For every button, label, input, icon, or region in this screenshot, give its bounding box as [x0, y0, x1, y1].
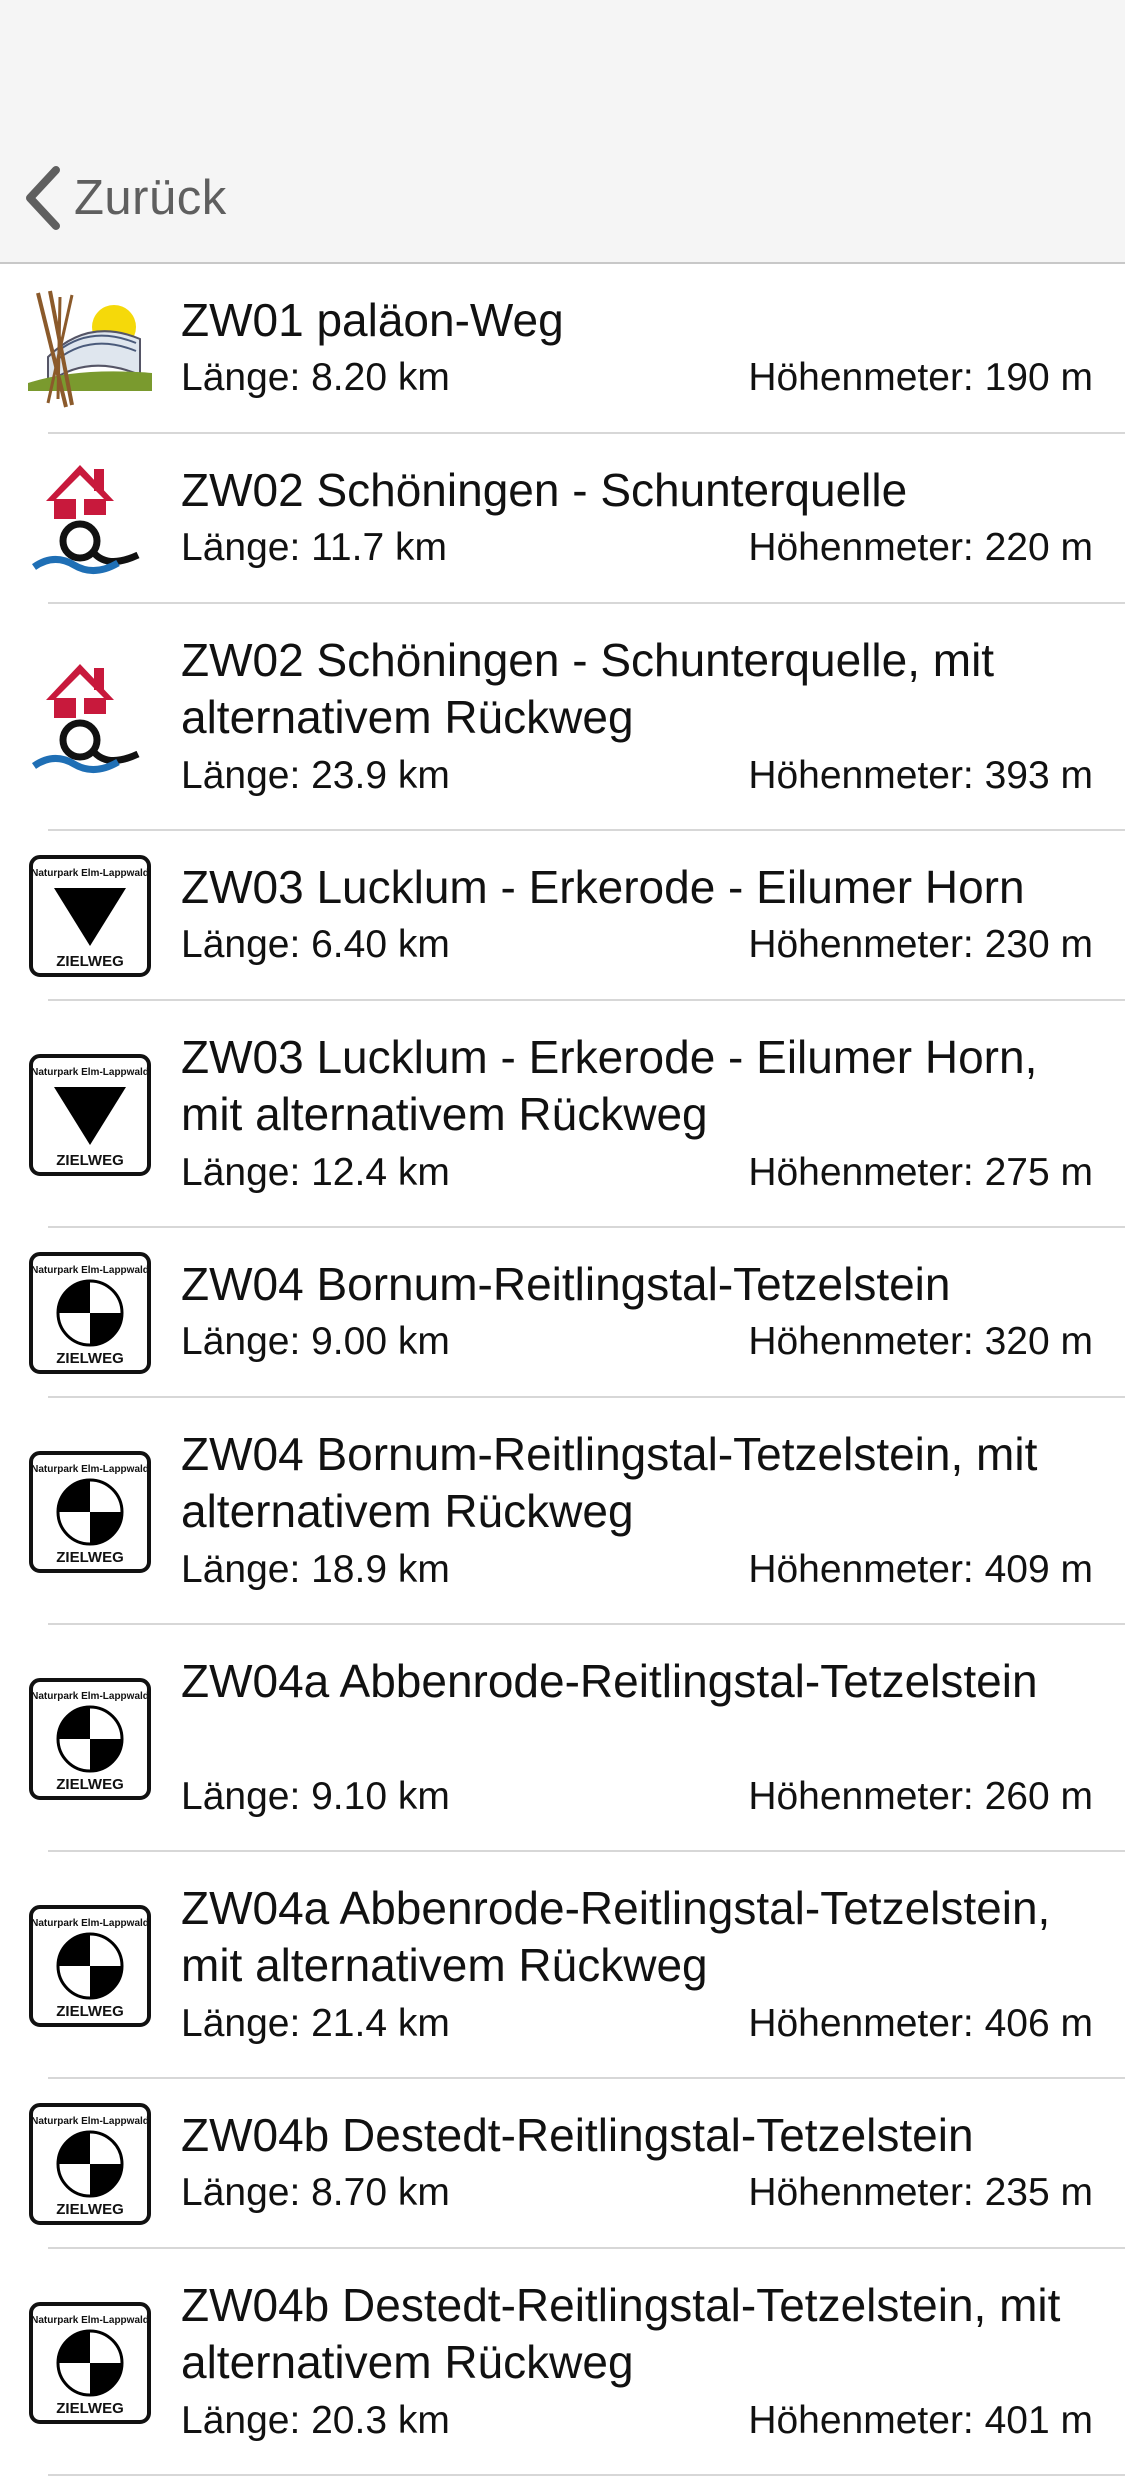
- route-length: Länge: 21.4 km: [181, 2002, 450, 2045]
- route-title: ZW04b Destedt-Reitlingstal-Tetzelstein: [181, 2109, 974, 2161]
- route-title: ZW04 Bornum-Reitlingstal-Tetzelstein: [181, 1258, 951, 1310]
- schunterquelle-logo-icon: [31, 465, 140, 574]
- svg-text:ZIELWEG: ZIELWEG: [56, 2003, 124, 2020]
- list-item[interactable]: ZW01 paläon-Weg Länge: 8.20 km Höhenmete…: [0, 264, 1125, 434]
- zielweg-triangle-icon: Naturpark Elm-Lappwald ZIELWEG: [29, 1054, 151, 1176]
- route-length: Länge: 12.4 km: [181, 1151, 450, 1194]
- route-elevation: Höhenmeter: 190 m: [748, 356, 1093, 399]
- route-title: ZW04 Bornum-Reitlingstal-Tetzelstein, mi…: [181, 1428, 1038, 1537]
- route-elevation: Höhenmeter: 409 m: [748, 1548, 1093, 1591]
- svg-text:ZIELWEG: ZIELWEG: [56, 1350, 124, 1367]
- list-item[interactable]: Naturpark Elm-Lappwald ZIELWEG ZW04 Born…: [0, 1398, 1125, 1625]
- chevron-left-icon: [26, 166, 60, 230]
- svg-text:Naturpark Elm-Lappwald: Naturpark Elm-Lappwald: [31, 2116, 149, 2127]
- list-item[interactable]: Naturpark Elm-Lappwald ZIELWEG ZW03 Luck…: [0, 831, 1125, 1001]
- svg-text:Naturpark Elm-Lappwald: Naturpark Elm-Lappwald: [31, 1265, 149, 1276]
- zielweg-triangle-icon: Naturpark Elm-Lappwald ZIELWEG: [29, 855, 151, 977]
- route-title: ZW04b Destedt-Reitlingstal-Tetzelstein, …: [181, 2279, 1061, 2388]
- route-elevation: Höhenmeter: 235 m: [748, 2171, 1093, 2214]
- schunterquelle-logo-icon: [31, 664, 140, 773]
- list-item[interactable]: Naturpark Elm-Lappwald ZIELWEG ZW04a Abb…: [0, 1625, 1125, 1852]
- svg-text:ZIELWEG: ZIELWEG: [56, 1549, 124, 1566]
- route-length: Länge: 11.7 km: [181, 526, 447, 569]
- route-title: ZW03 Lucklum - Erkerode - Eilumer Horn, …: [181, 1031, 1038, 1140]
- svg-text:Naturpark Elm-Lappwald: Naturpark Elm-Lappwald: [31, 868, 149, 879]
- svg-text:ZIELWEG: ZIELWEG: [56, 2400, 124, 2417]
- zielweg-quartered-circle-icon: Naturpark Elm-Lappwald ZIELWEG: [29, 1905, 151, 2027]
- route-length: Länge: 23.9 km: [181, 754, 450, 797]
- route-length: Länge: 6.40 km: [181, 923, 450, 966]
- svg-text:Naturpark Elm-Lappwald: Naturpark Elm-Lappwald: [31, 1067, 149, 1078]
- svg-text:ZIELWEG: ZIELWEG: [56, 1152, 124, 1169]
- route-length: Länge: 8.70 km: [181, 2171, 450, 2214]
- route-length: Länge: 8.20 km: [181, 356, 450, 399]
- palaeon-logo-icon: [28, 290, 152, 408]
- list-item[interactable]: ZW02 Schöningen - Schunterquelle, mit al…: [0, 604, 1125, 831]
- svg-text:ZIELWEG: ZIELWEG: [56, 953, 124, 970]
- route-elevation: Höhenmeter: 393 m: [748, 754, 1093, 797]
- route-title: ZW01 paläon-Weg: [181, 294, 564, 346]
- route-length: Länge: 9.10 km: [181, 1775, 450, 1818]
- zielweg-quartered-circle-icon: Naturpark Elm-Lappwald ZIELWEG: [29, 1451, 151, 1573]
- route-title: ZW03 Lucklum - Erkerode - Eilumer Horn: [181, 861, 1025, 913]
- route-elevation: Höhenmeter: 320 m: [748, 1320, 1093, 1363]
- navigation-bar: Zurück: [0, 0, 1125, 264]
- route-elevation: Höhenmeter: 401 m: [748, 2399, 1093, 2442]
- route-title: ZW04a Abbenrode-Reitlingstal-Tetzelstein: [181, 1655, 1038, 1707]
- svg-text:Naturpark Elm-Lappwald: Naturpark Elm-Lappwald: [31, 1691, 149, 1702]
- route-list: ZW01 paläon-Weg Länge: 8.20 km Höhenmete…: [0, 264, 1125, 2476]
- route-length: Länge: 20.3 km: [181, 2399, 450, 2442]
- svg-text:ZIELWEG: ZIELWEG: [56, 1776, 124, 1793]
- route-elevation: Höhenmeter: 230 m: [748, 923, 1093, 966]
- list-item[interactable]: Naturpark Elm-Lappwald ZIELWEG ZW03 Luck…: [0, 1001, 1125, 1228]
- list-item[interactable]: Naturpark Elm-Lappwald ZIELWEG ZW04 Born…: [0, 1228, 1125, 1398]
- route-title: ZW02 Schöningen - Schunterquelle: [181, 464, 908, 516]
- route-elevation: Höhenmeter: 275 m: [748, 1151, 1093, 1194]
- svg-text:Naturpark Elm-Lappwald: Naturpark Elm-Lappwald: [31, 1464, 149, 1475]
- zielweg-quartered-circle-icon: Naturpark Elm-Lappwald ZIELWEG: [29, 1252, 151, 1374]
- zielweg-quartered-circle-icon: Naturpark Elm-Lappwald ZIELWEG: [29, 2302, 151, 2424]
- zielweg-quartered-circle-icon: Naturpark Elm-Lappwald ZIELWEG: [29, 1678, 151, 1800]
- route-title: ZW02 Schöningen - Schunterquelle, mit al…: [181, 634, 995, 743]
- route-length: Länge: 18.9 km: [181, 1548, 450, 1591]
- zielweg-quartered-circle-icon: Naturpark Elm-Lappwald ZIELWEG: [29, 2103, 151, 2225]
- back-label: Zurück: [74, 171, 227, 225]
- list-item[interactable]: Naturpark Elm-Lappwald ZIELWEG ZW04a Abb…: [0, 1852, 1125, 2079]
- route-elevation: Höhenmeter: 220 m: [748, 526, 1093, 569]
- route-elevation: Höhenmeter: 406 m: [748, 2002, 1093, 2045]
- back-button[interactable]: Zurück: [22, 162, 227, 234]
- list-item[interactable]: Naturpark Elm-Lappwald ZIELWEG ZW04b Des…: [0, 2079, 1125, 2249]
- route-elevation: Höhenmeter: 260 m: [748, 1775, 1093, 1818]
- list-item[interactable]: Naturpark Elm-Lappwald ZIELWEG ZW04b Des…: [0, 2249, 1125, 2476]
- route-title: ZW04a Abbenrode-Reitlingstal-Tetzelstein…: [181, 1882, 1051, 1991]
- svg-text:Naturpark Elm-Lappwald: Naturpark Elm-Lappwald: [31, 1918, 149, 1929]
- svg-text:Naturpark Elm-Lappwald: Naturpark Elm-Lappwald: [31, 2315, 149, 2326]
- list-item[interactable]: ZW02 Schöningen - Schunterquelle Länge: …: [0, 434, 1125, 604]
- svg-text:ZIELWEG: ZIELWEG: [56, 2201, 124, 2218]
- route-length: Länge: 9.00 km: [181, 1320, 450, 1363]
